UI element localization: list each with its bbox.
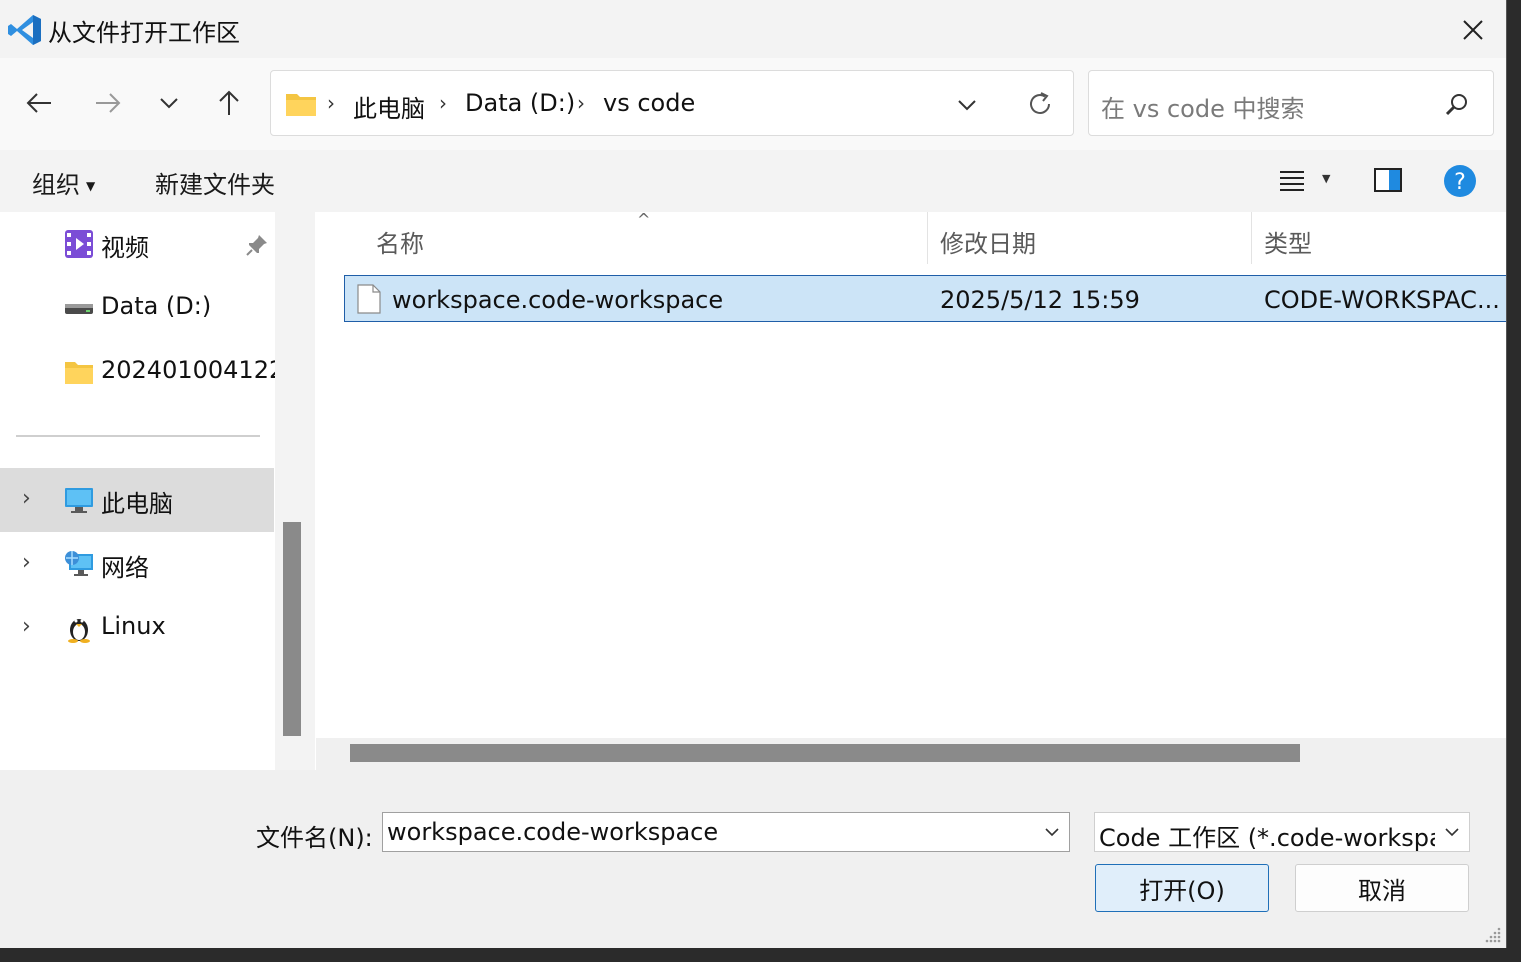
up-button[interactable] — [207, 80, 251, 126]
breadcrumb-item-drive[interactable]: Data (D:) — [465, 89, 575, 117]
search-placeholder: 在 vs code 中搜索 — [1101, 95, 1305, 123]
dropdown-caret-icon: ▼ — [1322, 172, 1331, 185]
help-icon[interactable]: ? — [1443, 164, 1477, 198]
address-history-chevron-icon[interactable] — [957, 99, 977, 111]
organize-label: 组织 — [32, 171, 80, 199]
file-list: ^ 名称 修改日期 类型 workspace.code-workspace 20… — [315, 212, 1506, 770]
breadcrumb-item-folder[interactable]: vs code — [603, 89, 695, 117]
column-header-modified[interactable]: 修改日期 — [940, 224, 1036, 259]
sidebar-item-this-pc[interactable]: › 此电脑 — [0, 468, 274, 532]
file-type-filter-value: Code 工作区 (*.code-workspace) — [1099, 824, 1470, 852]
select-arrow-area — [1435, 813, 1469, 851]
open-workspace-dialog: 从文件打开工作区 › 此电脑 › Data (D:) › vs code 在 v… — [0, 0, 1507, 948]
sidebar-item-videos[interactable]: 视频 — [0, 212, 274, 276]
vscode-icon — [8, 15, 41, 45]
sidebar-item-linux[interactable]: › Linux — [0, 596, 274, 660]
pin-icon[interactable] — [246, 234, 268, 256]
dropdown-caret-icon: ▼ — [86, 179, 96, 193]
recent-locations-button[interactable] — [147, 80, 191, 126]
file-icon — [357, 284, 381, 314]
chevron-down-icon[interactable] — [1043, 823, 1061, 841]
folder-icon — [65, 362, 93, 384]
navigation-pane: 视频 Data (D:) 202401004122 › 此电脑 › 网络 › L… — [0, 212, 275, 770]
expand-chevron-icon[interactable]: › — [22, 486, 31, 511]
back-button[interactable] — [17, 80, 61, 126]
close-icon — [1463, 20, 1483, 40]
sidebar-item-folder-202401004122[interactable]: 202401004122 — [0, 340, 275, 404]
file-list-scrollbar-thumb[interactable] — [350, 744, 1300, 762]
file-type: CODE-WORKSPAC... — [1264, 286, 1500, 314]
organize-menu[interactable]: 组织 ▼ — [32, 165, 95, 200]
sidebar-item-label: Linux — [101, 612, 166, 640]
sort-ascending-icon: ^ — [637, 212, 651, 229]
column-header-name[interactable]: 名称 — [376, 224, 424, 259]
dialog-footer: 文件名(N): workspace.code-workspace Code 工作… — [0, 770, 1506, 948]
expand-chevron-icon[interactable]: › — [22, 550, 31, 575]
computer-icon — [65, 488, 93, 513]
column-header-type[interactable]: 类型 — [1264, 224, 1312, 259]
navigation-row: › 此电脑 › Data (D:) › vs code 在 vs code 中搜… — [0, 58, 1506, 150]
window-title: 从文件打开工作区 — [48, 19, 240, 47]
breadcrumb-item-this-pc[interactable]: 此电脑 — [353, 89, 425, 124]
view-options-button[interactable]: ▼ — [1276, 166, 1336, 196]
sidebar-divider — [16, 435, 260, 437]
search-icon — [1445, 94, 1467, 116]
cancel-button[interactable]: 取消 — [1295, 864, 1469, 912]
table-row[interactable]: workspace.code-workspace 2025/5/12 15:59… — [344, 275, 1506, 322]
breadcrumb-separator-icon: › — [439, 91, 447, 115]
preview-pane-icon[interactable] — [1373, 166, 1403, 194]
sidebar-item-label: 此电脑 — [101, 490, 173, 518]
network-icon — [65, 551, 93, 576]
resize-grip-icon[interactable] — [1484, 926, 1502, 944]
arrow-right-icon — [96, 93, 121, 113]
title-bar: 从文件打开工作区 — [0, 0, 1506, 58]
filename-field[interactable]: workspace.code-workspace — [382, 812, 1070, 852]
sidebar-item-data-drive[interactable]: Data (D:) — [0, 276, 274, 340]
column-divider[interactable] — [927, 212, 928, 264]
file-modified-date: 2025/5/12 15:59 — [940, 286, 1140, 314]
sidebar-item-label: 视频 — [101, 234, 149, 262]
svg-text:?: ? — [1454, 170, 1466, 195]
file-name: workspace.code-workspace — [392, 286, 724, 314]
sidebar-item-label: 网络 — [101, 554, 149, 582]
chevron-down-icon — [160, 98, 178, 109]
search-input[interactable]: 在 vs code 中搜索 — [1088, 70, 1494, 136]
refresh-icon[interactable] — [1027, 91, 1053, 117]
arrow-left-icon — [26, 93, 51, 113]
drive-icon — [65, 304, 93, 314]
video-folder-icon — [65, 230, 93, 258]
breadcrumb-separator-icon: › — [577, 91, 585, 115]
filename-value: workspace.code-workspace — [387, 818, 719, 846]
chevron-down-icon — [1445, 828, 1459, 837]
close-button[interactable] — [1446, 8, 1500, 52]
sidebar-item-label: 202401004122 — [101, 356, 275, 384]
breadcrumb-separator-icon: › — [327, 91, 335, 115]
open-button[interactable]: 打开(O) — [1095, 864, 1269, 912]
arrow-up-icon — [219, 90, 239, 115]
sidebar-item-network[interactable]: › 网络 — [0, 532, 274, 596]
new-folder-button[interactable]: 新建文件夹 — [155, 165, 275, 200]
folder-icon — [286, 94, 316, 116]
file-type-filter-select[interactable]: Code 工作区 (*.code-workspace) — [1094, 812, 1470, 852]
list-view-icon — [1280, 171, 1304, 191]
forward-button[interactable] — [86, 80, 130, 126]
navigation-pane-scrollbar-thumb[interactable] — [283, 522, 301, 736]
command-bar: 组织 ▼ 新建文件夹 ▼ ? — [0, 150, 1506, 212]
filename-label: 文件名(N): — [256, 824, 373, 852]
column-divider[interactable] — [1251, 212, 1252, 264]
expand-chevron-icon[interactable]: › — [22, 614, 31, 639]
address-bar[interactable]: › 此电脑 › Data (D:) › vs code — [270, 70, 1074, 136]
sidebar-item-label: Data (D:) — [101, 292, 212, 320]
linux-penguin-icon — [68, 619, 90, 643]
